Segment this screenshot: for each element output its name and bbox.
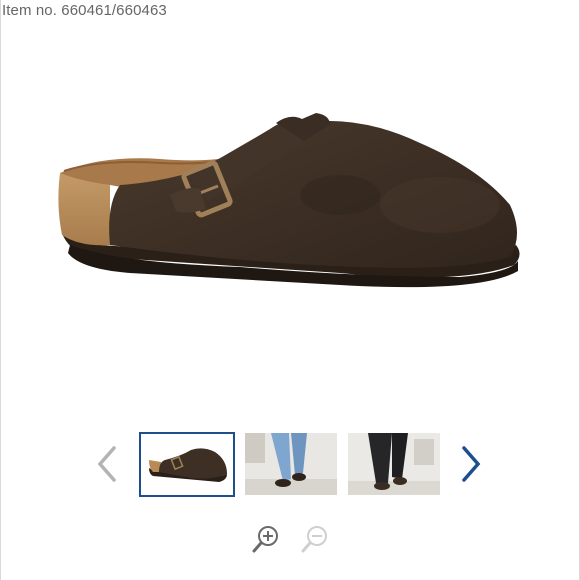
thumbnail-carousel [0, 428, 580, 504]
thumbnail-3[interactable] [348, 433, 440, 495]
clog-thumbnail-image [141, 434, 233, 495]
zoom-in-icon[interactable] [251, 524, 281, 554]
main-product-image[interactable] [40, 85, 540, 345]
thumbnail-2[interactable] [245, 433, 337, 495]
zoom-out-icon[interactable] [300, 524, 330, 554]
item-number: Item no. 660461/660463 [2, 2, 167, 19]
model-trousers-thumbnail-image [348, 433, 440, 495]
thumbnail-1[interactable] [139, 432, 235, 497]
chevron-right-icon[interactable] [456, 444, 486, 484]
chevron-left-icon[interactable] [92, 444, 122, 484]
model-jeans-thumbnail-image [245, 433, 337, 495]
